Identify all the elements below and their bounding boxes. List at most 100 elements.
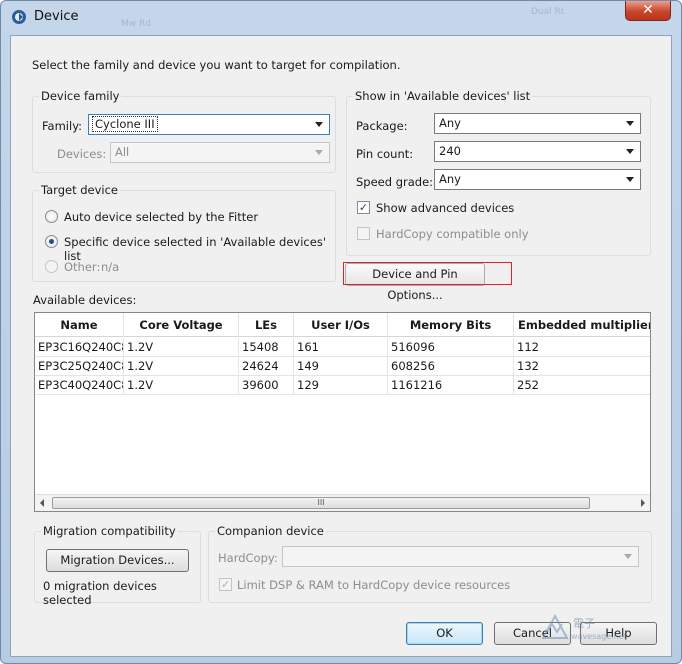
cell-name: EP3C25Q240C8: [35, 357, 124, 376]
table-row[interactable]: EP3C40Q240C8 1.2V 39600 129 1161216 252: [35, 376, 650, 395]
cell-les: 24624: [239, 357, 294, 376]
hardcopy-only-checkbox[interactable]: [357, 227, 370, 240]
cell-embedded-multiplier: 112: [514, 338, 650, 357]
limit-dsp-ram-checkbox[interactable]: ✓: [219, 578, 232, 591]
table-row[interactable]: EP3C25Q240C8 1.2V 24624 149 608256 132: [35, 357, 650, 376]
dialog-body: Select the family and device you want to…: [10, 35, 672, 657]
cell-embedded-multiplier: 252: [514, 376, 650, 395]
cell-memory-bits: 516096: [388, 338, 514, 357]
chevron-down-icon: [626, 177, 634, 182]
table-row[interactable]: EP3C16Q240C8 1.2V 15408 161 516096 112: [35, 338, 650, 357]
ok-label: OK: [436, 626, 453, 640]
close-button[interactable]: ✕: [625, 1, 671, 21]
device-family-group: Device family Family: Cyclone III Device…: [32, 89, 336, 173]
ok-button[interactable]: OK: [406, 622, 483, 645]
cell-les: 39600: [239, 376, 294, 395]
chevron-down-icon: [315, 122, 323, 127]
column-header-embedded-multiplier[interactable]: Embedded multiplier 9: [514, 313, 650, 337]
auto-device-label[interactable]: Auto device selected by the Fitter: [64, 210, 258, 224]
speed-grade-label: Speed grade:: [356, 175, 434, 189]
cancel-button[interactable]: Cancel: [494, 622, 571, 645]
target-device-group: Target device Auto device selected by th…: [32, 183, 336, 282]
devices-value: All: [115, 145, 130, 159]
window-title: Device: [34, 9, 79, 24]
package-select[interactable]: Any: [434, 113, 641, 134]
column-header-core-voltage[interactable]: Core Voltage: [124, 313, 239, 337]
cell-name: EP3C16Q240C8: [35, 338, 124, 357]
companion-group: Companion device HardCopy: ✓ Limit DSP &…: [208, 524, 652, 603]
column-header-memory-bits[interactable]: Memory Bits: [388, 313, 514, 337]
scroll-right-icon[interactable]: [641, 499, 645, 507]
cell-core-voltage: 1.2V: [124, 338, 239, 357]
cell-name: EP3C40Q240C8: [35, 376, 124, 395]
cancel-label: Cancel: [513, 626, 552, 640]
horizontal-scrollbar[interactable]: III: [35, 494, 650, 511]
column-header-name[interactable]: Name: [35, 313, 124, 337]
specific-device-radio[interactable]: [45, 235, 58, 248]
speed-grade-value: Any: [439, 172, 461, 186]
help-button[interactable]: Help: [580, 622, 657, 645]
family-value: Cyclone III: [92, 116, 158, 132]
show-advanced-label[interactable]: Show advanced devices: [376, 201, 514, 215]
migration-status: 0 migration devices selected: [43, 579, 157, 607]
show-in-list-legend: Show in 'Available devices' list: [353, 89, 533, 103]
chevron-down-icon: [626, 121, 634, 126]
cell-user-ios: 161: [294, 338, 388, 357]
show-in-list-group: Show in 'Available devices' list Package…: [346, 89, 651, 256]
devices-label: Devices:: [57, 147, 107, 161]
hardcopy-select[interactable]: [282, 546, 639, 567]
background-ghost-text: Dual Rt: [531, 7, 565, 17]
cell-memory-bits: 608256: [388, 357, 514, 376]
cell-core-voltage: 1.2V: [124, 357, 239, 376]
background-ghost-text: Mw Rd: [121, 19, 151, 29]
chevron-down-icon: [624, 554, 632, 559]
chevron-down-icon: [626, 149, 634, 154]
hardcopy-only-label: HardCopy compatible only: [376, 227, 529, 241]
pin-count-label: Pin count:: [356, 147, 414, 161]
close-icon: ✕: [642, 2, 654, 18]
package-value: Any: [439, 116, 461, 130]
migration-devices-button[interactable]: Migration Devices...: [46, 549, 189, 572]
annotation-highlight-box: [343, 262, 512, 285]
devices-select[interactable]: All: [110, 142, 330, 163]
cell-memory-bits: 1161216: [388, 376, 514, 395]
migration-group: Migration compatibility Migration Device…: [34, 524, 201, 607]
speed-grade-select[interactable]: Any: [434, 169, 641, 190]
scroll-left-icon[interactable]: [40, 499, 44, 507]
intro-text: Select the family and device you want to…: [32, 58, 401, 72]
package-label: Package:: [356, 119, 408, 133]
other-device-value: n/a: [101, 260, 120, 274]
auto-device-radio[interactable]: [45, 210, 58, 223]
column-header-user-ios[interactable]: User I/Os: [294, 313, 388, 337]
title-bar[interactable]: Device Dual Rt Mw Rd ✕: [1, 1, 681, 35]
cell-embedded-multiplier: 132: [514, 357, 650, 376]
pin-count-select[interactable]: 240: [434, 141, 641, 162]
table-header: Name Core Voltage LEs User I/Os Memory B…: [35, 313, 650, 337]
available-devices-label: Available devices:: [33, 293, 137, 307]
other-device-label: Other:: [64, 260, 101, 274]
cell-les: 15408: [239, 338, 294, 357]
available-devices-table[interactable]: Name Core Voltage LEs User I/Os Memory B…: [34, 312, 651, 512]
companion-legend: Companion device: [215, 524, 326, 538]
target-device-legend: Target device: [39, 183, 121, 197]
limit-dsp-ram-label: Limit DSP & RAM to HardCopy device resou…: [237, 578, 511, 592]
chevron-down-icon: [315, 150, 323, 155]
help-label: Help: [605, 626, 632, 640]
cell-core-voltage: 1.2V: [124, 376, 239, 395]
specific-device-label[interactable]: Specific device selected in 'Available d…: [64, 235, 335, 263]
column-header-les[interactable]: LEs: [239, 313, 294, 337]
quartus-app-icon: [12, 10, 26, 24]
cell-user-ios: 149: [294, 357, 388, 376]
grip-icon: III: [317, 498, 325, 507]
device-dialog: Device Dual Rt Mw Rd ✕ Select the family…: [0, 0, 682, 664]
device-family-legend: Device family: [39, 89, 122, 103]
other-device-radio[interactable]: [45, 260, 58, 273]
pin-count-value: 240: [439, 144, 461, 158]
migration-legend: Migration compatibility: [41, 524, 178, 538]
hardcopy-label: HardCopy:: [218, 551, 278, 565]
family-label: Family:: [42, 119, 83, 133]
migration-devices-label: Migration Devices...: [60, 553, 175, 567]
family-select[interactable]: Cyclone III: [88, 114, 330, 135]
show-advanced-checkbox[interactable]: ✓: [357, 201, 370, 214]
scrollbar-thumb[interactable]: III: [52, 497, 590, 509]
